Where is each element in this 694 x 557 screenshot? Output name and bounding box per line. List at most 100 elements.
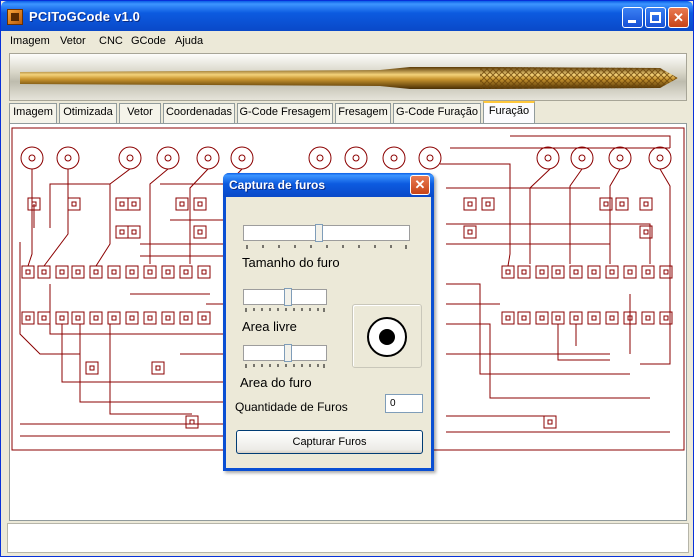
hole-area-ticks xyxy=(245,364,325,368)
hole-area-slider[interactable] xyxy=(243,344,327,362)
square-pad xyxy=(89,265,103,279)
square-pad xyxy=(179,265,193,279)
hole-area-slider-thumb[interactable] xyxy=(284,344,292,362)
square-pad-hole xyxy=(119,229,125,235)
square-pad-hole xyxy=(147,269,153,275)
square-pad-hole xyxy=(627,269,633,275)
tab-imagem[interactable]: Imagem xyxy=(9,103,57,123)
round-pad-hole xyxy=(390,154,398,162)
square-pad-hole xyxy=(131,201,137,207)
round-pad xyxy=(196,146,220,170)
round-pad xyxy=(536,146,560,170)
round-pad xyxy=(648,146,672,170)
pcb-trace xyxy=(510,135,671,148)
hole-size-slider-thumb[interactable] xyxy=(315,224,323,242)
square-pad xyxy=(193,225,207,239)
round-pad xyxy=(308,146,332,170)
capture-holes-button[interactable]: Capturar Furos xyxy=(236,430,423,454)
dialog-close-icon[interactable]: ✕ xyxy=(410,175,430,195)
round-pad-hole xyxy=(316,154,324,162)
hole-size-slider[interactable] xyxy=(243,224,410,242)
square-pad-hole xyxy=(93,269,99,275)
square-pad xyxy=(543,415,557,429)
square-pad-hole xyxy=(485,201,491,207)
square-pad xyxy=(551,265,565,279)
square-pad-hole xyxy=(183,315,189,321)
square-pad-hole xyxy=(179,201,185,207)
free-area-slider[interactable] xyxy=(243,288,327,306)
square-pad-hole xyxy=(111,269,117,275)
square-pad-hole xyxy=(93,315,99,321)
square-pad xyxy=(535,265,549,279)
tab-gcode-fresagem[interactable]: G-Code Fresagem xyxy=(237,103,333,123)
square-pad xyxy=(175,197,189,211)
hole-size-label: Tamanho do furo xyxy=(242,255,340,270)
square-pad xyxy=(161,311,175,325)
square-pad-hole xyxy=(183,269,189,275)
square-pad xyxy=(517,311,531,325)
tab-furacao[interactable]: Furação xyxy=(483,101,535,123)
square-pad-hole xyxy=(147,315,153,321)
square-pad-hole xyxy=(75,269,81,275)
round-pad-hole xyxy=(126,154,134,162)
tab-vetor[interactable]: Vetor xyxy=(119,103,161,123)
square-pad-hole xyxy=(539,315,545,321)
square-pad-hole xyxy=(573,269,579,275)
close-glyph: ✕ xyxy=(673,10,684,25)
square-pad-hole xyxy=(663,269,669,275)
square-pad-hole xyxy=(41,269,47,275)
round-pad-hole xyxy=(28,154,36,162)
square-pad xyxy=(615,197,629,211)
square-pad xyxy=(71,265,85,279)
square-pad-hole xyxy=(197,201,203,207)
minimize-icon[interactable] xyxy=(622,7,643,28)
tab-coordenadas[interactable]: Coordenadas xyxy=(163,103,235,123)
pcb-trace xyxy=(61,324,230,383)
pcb-trace xyxy=(49,284,230,335)
hole-preview-ring xyxy=(367,317,407,357)
menu-gcode[interactable]: GCode xyxy=(131,35,166,47)
square-pad xyxy=(501,265,515,279)
square-pad-hole xyxy=(75,315,81,321)
tab-fresagem[interactable]: Fresagem xyxy=(335,103,391,123)
tab-strip: Imagem Otimizada Vetor Coordenadas G-Cod… xyxy=(9,101,687,123)
tab-gcode-furacao[interactable]: G-Code Furação xyxy=(393,103,481,123)
square-pad xyxy=(501,311,515,325)
square-pad xyxy=(125,311,139,325)
status-bar xyxy=(7,523,689,553)
square-pad xyxy=(107,311,121,325)
square-pad xyxy=(125,265,139,279)
square-pad-hole xyxy=(643,201,649,207)
close-icon[interactable]: ✕ xyxy=(668,7,689,28)
round-pad xyxy=(570,146,594,170)
menu-ajuda[interactable]: Ajuda xyxy=(175,35,203,47)
square-pad xyxy=(89,311,103,325)
dialog-title-bar[interactable]: Captura de furos ✕ xyxy=(223,173,434,197)
round-pad-hole xyxy=(238,154,246,162)
square-pad-hole xyxy=(59,269,65,275)
square-pad xyxy=(587,311,601,325)
drill-bit-image xyxy=(20,67,678,89)
menu-vetor[interactable]: Vetor xyxy=(60,35,86,47)
menu-cnc[interactable]: CNC xyxy=(99,35,123,47)
square-pad-hole xyxy=(165,315,171,321)
square-pad xyxy=(151,361,165,375)
square-pad-hole xyxy=(165,269,171,275)
square-pad-hole xyxy=(591,315,597,321)
quantity-field[interactable]: 0 xyxy=(385,394,423,413)
square-pad-hole xyxy=(119,201,125,207)
pcb-trace xyxy=(189,168,209,264)
hole-size-ticks xyxy=(246,245,407,249)
menu-imagem[interactable]: Imagem xyxy=(10,35,50,47)
tab-otimizada[interactable]: Otimizada xyxy=(59,103,117,123)
maximize-icon[interactable] xyxy=(645,7,666,28)
square-pad xyxy=(85,361,99,375)
round-pad-hole xyxy=(544,154,552,162)
round-pad-hole xyxy=(352,154,360,162)
free-area-slider-thumb[interactable] xyxy=(284,288,292,306)
title-bar[interactable]: PCIToGCode v1.0 ✕ xyxy=(1,1,693,31)
square-pad-hole xyxy=(663,315,669,321)
round-pad xyxy=(418,146,442,170)
square-pad-hole xyxy=(609,269,615,275)
square-pad xyxy=(463,225,477,239)
